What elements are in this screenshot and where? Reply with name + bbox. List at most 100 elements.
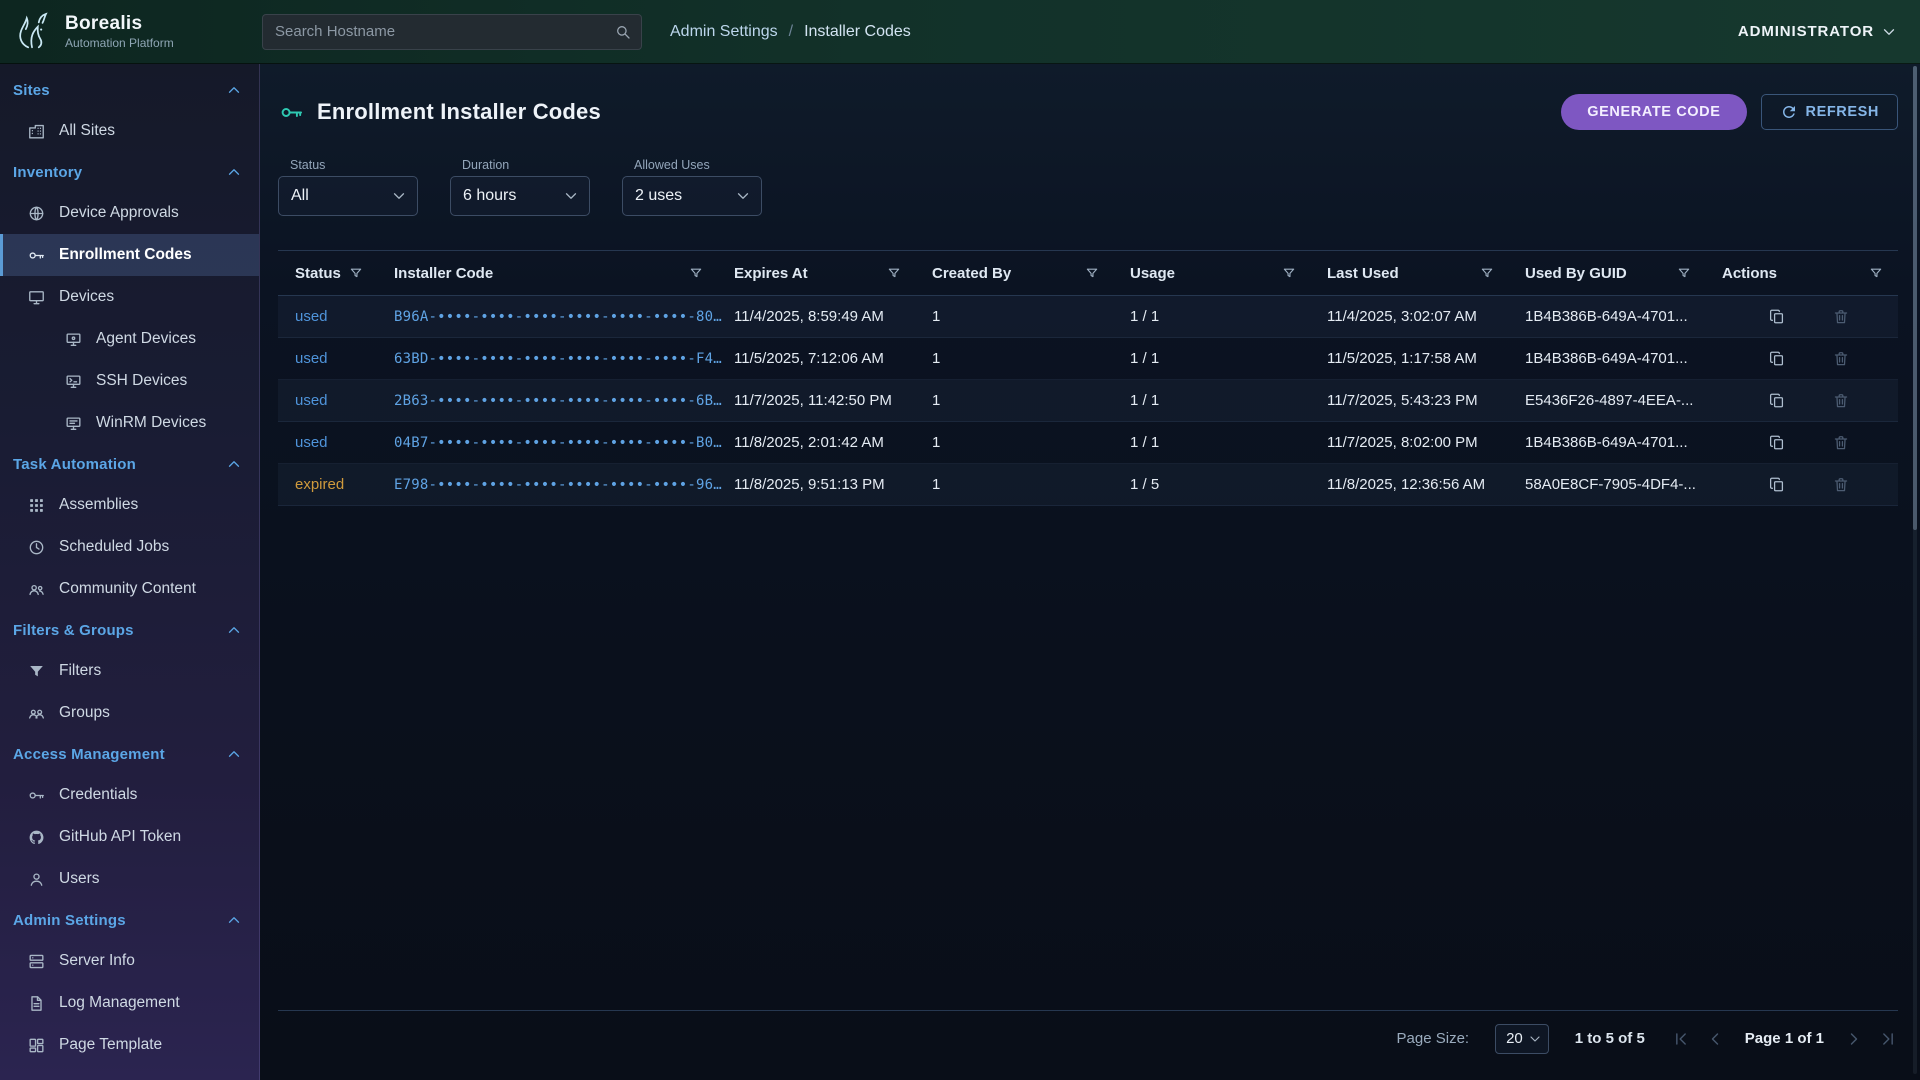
key-icon — [27, 246, 46, 265]
sidebar-item-credentials[interactable]: Credentials — [0, 774, 259, 816]
status-cell: used — [278, 392, 394, 409]
sidebar-item-label: SSH Devices — [96, 372, 187, 390]
sidebar-item-label: Server Info — [59, 952, 135, 970]
log-management-icon — [27, 994, 46, 1013]
actions-cell — [1722, 308, 1898, 326]
codes-table: StatusInstaller CodeExpires AtCreated By… — [278, 250, 1898, 506]
sidebar-item-label: Enrollment Codes — [59, 246, 192, 264]
sites-icon — [27, 122, 46, 141]
copy-icon[interactable] — [1768, 434, 1786, 452]
sidebar-item-users[interactable]: Users — [0, 858, 259, 900]
copy-icon[interactable] — [1768, 350, 1786, 368]
sidebar-section-inventory[interactable]: Inventory — [0, 152, 259, 192]
last-used-cell: 11/8/2025, 12:36:56 AM — [1327, 476, 1525, 493]
filter-select-duration[interactable]: 6 hours — [450, 176, 590, 216]
key-icon — [278, 99, 305, 126]
column-header-last-used[interactable]: Last Used — [1327, 265, 1525, 282]
trash-icon[interactable] — [1832, 476, 1850, 494]
installer-code-cell: 63BD-••••-••••-••••-••••-••••-••••-F4E1 — [394, 351, 734, 367]
copy-icon[interactable] — [1768, 308, 1786, 326]
table-body: usedB96A-••••-••••-••••-••••-••••-••••-8… — [278, 296, 1898, 506]
last-used-cell: 11/4/2025, 3:02:07 AM — [1327, 308, 1525, 325]
filter-icon — [1868, 265, 1884, 281]
breadcrumb-admin-settings[interactable]: Admin Settings — [670, 23, 778, 41]
first-page-button[interactable] — [1671, 1029, 1691, 1049]
scrollbar-thumb[interactable] — [1913, 66, 1917, 530]
sidebar-item-device-approvals[interactable]: Device Approvals — [0, 192, 259, 234]
sidebar-item-label: Page Template — [59, 1036, 162, 1054]
chevron-up-icon — [225, 163, 243, 181]
previous-page-button[interactable] — [1705, 1029, 1725, 1049]
copy-icon[interactable] — [1768, 392, 1786, 410]
chevron-up-icon — [225, 745, 243, 763]
search-icon — [614, 23, 632, 41]
sidebar-item-label: Log Management — [59, 994, 180, 1012]
filter-icon — [1281, 265, 1297, 281]
sidebar-item-page-template[interactable]: Page Template — [0, 1024, 259, 1066]
sidebar-item-assemblies[interactable]: Assemblies — [0, 484, 259, 526]
sidebar-item-devices[interactable]: Devices — [0, 276, 259, 318]
filter-select-status[interactable]: All — [278, 176, 418, 216]
refresh-button[interactable]: REFRESH — [1761, 94, 1899, 130]
next-page-button[interactable] — [1844, 1029, 1864, 1049]
search-box — [262, 14, 642, 50]
generate-code-button[interactable]: GENERATE CODE — [1561, 94, 1746, 130]
sidebar-item-enrollment-codes[interactable]: Enrollment Codes — [0, 234, 259, 276]
trash-icon[interactable] — [1832, 308, 1850, 326]
column-header-actions[interactable]: Actions — [1722, 265, 1898, 282]
page-size-label: Page Size: — [1397, 1030, 1470, 1047]
search-input[interactable] — [262, 14, 642, 50]
sidebar-item-agent-devices[interactable]: Agent Devices — [0, 318, 259, 360]
sidebar-item-community-content[interactable]: Community Content — [0, 568, 259, 610]
column-header-created-by[interactable]: Created By — [932, 265, 1130, 282]
sidebar-item-scheduled-jobs[interactable]: Scheduled Jobs — [0, 526, 259, 568]
sidebar-item-server-info[interactable]: Server Info — [0, 940, 259, 982]
sidebar-item-label: Community Content — [59, 580, 196, 598]
sidebar-section-access-management[interactable]: Access Management — [0, 734, 259, 774]
column-header-status[interactable]: Status — [278, 265, 394, 282]
user-menu[interactable]: ADMINISTRATOR — [1738, 23, 1898, 41]
sidebar-item-winrm-devices[interactable]: WinRM Devices — [0, 402, 259, 444]
sidebar-section-admin-settings[interactable]: Admin Settings — [0, 900, 259, 940]
brand-subtitle: Automation Platform — [65, 36, 174, 50]
credentials-key-icon — [27, 786, 46, 805]
sidebar-item-filters[interactable]: Filters — [0, 650, 259, 692]
sidebar-section-sites[interactable]: Sites — [0, 70, 259, 110]
last-page-button[interactable] — [1878, 1029, 1898, 1049]
trash-icon[interactable] — [1832, 392, 1850, 410]
sidebar-item-groups[interactable]: Groups — [0, 692, 259, 734]
winrm-devices-icon — [64, 414, 83, 433]
filter-label: Status — [290, 158, 418, 172]
column-header-installer-code[interactable]: Installer Code — [394, 265, 734, 282]
sidebar-section-label: Access Management — [13, 746, 165, 763]
copy-icon[interactable] — [1768, 476, 1786, 494]
filter-select-allowed-uses[interactable]: 2 uses — [622, 176, 762, 216]
sidebar-item-log-management[interactable]: Log Management — [0, 982, 259, 1024]
sidebar-item-ssh-devices[interactable]: SSH Devices — [0, 360, 259, 402]
installer-code-cell: E798-••••-••••-••••-••••-••••-••••-964B — [394, 477, 734, 493]
trash-icon[interactable] — [1832, 434, 1850, 452]
column-header-used-by-guid[interactable]: Used By GUID — [1525, 265, 1722, 282]
usage-cell: 1 / 1 — [1130, 434, 1327, 451]
page-size-select[interactable]: 20 — [1495, 1024, 1549, 1054]
devices-icon — [27, 288, 46, 307]
github-icon — [27, 828, 46, 847]
community-content-icon — [27, 580, 46, 599]
sidebar-section-filters-groups[interactable]: Filters & Groups — [0, 610, 259, 650]
sidebar-item-label: Filters — [59, 662, 101, 680]
breadcrumb-installer-codes[interactable]: Installer Codes — [804, 23, 911, 41]
sidebar-section-task-automation[interactable]: Task Automation — [0, 444, 259, 484]
sidebar-item-github-api-token[interactable]: GitHub API Token — [0, 816, 259, 858]
table-row: expiredE798-••••-••••-••••-••••-••••-•••… — [278, 464, 1898, 506]
filters-icon — [27, 662, 46, 681]
column-header-usage[interactable]: Usage — [1130, 265, 1327, 282]
sidebar-item-all-sites[interactable]: All Sites — [0, 110, 259, 152]
scrollbar[interactable] — [1913, 66, 1917, 1074]
expires-at-cell: 11/8/2025, 9:51:13 PM — [734, 476, 932, 493]
chevron-up-icon — [225, 455, 243, 473]
trash-icon[interactable] — [1832, 350, 1850, 368]
filter-value: 6 hours — [463, 187, 516, 205]
brand: Borealis Automation Platform — [0, 9, 260, 55]
sidebar-item-label: Assemblies — [59, 496, 138, 514]
column-header-expires-at[interactable]: Expires At — [734, 265, 932, 282]
